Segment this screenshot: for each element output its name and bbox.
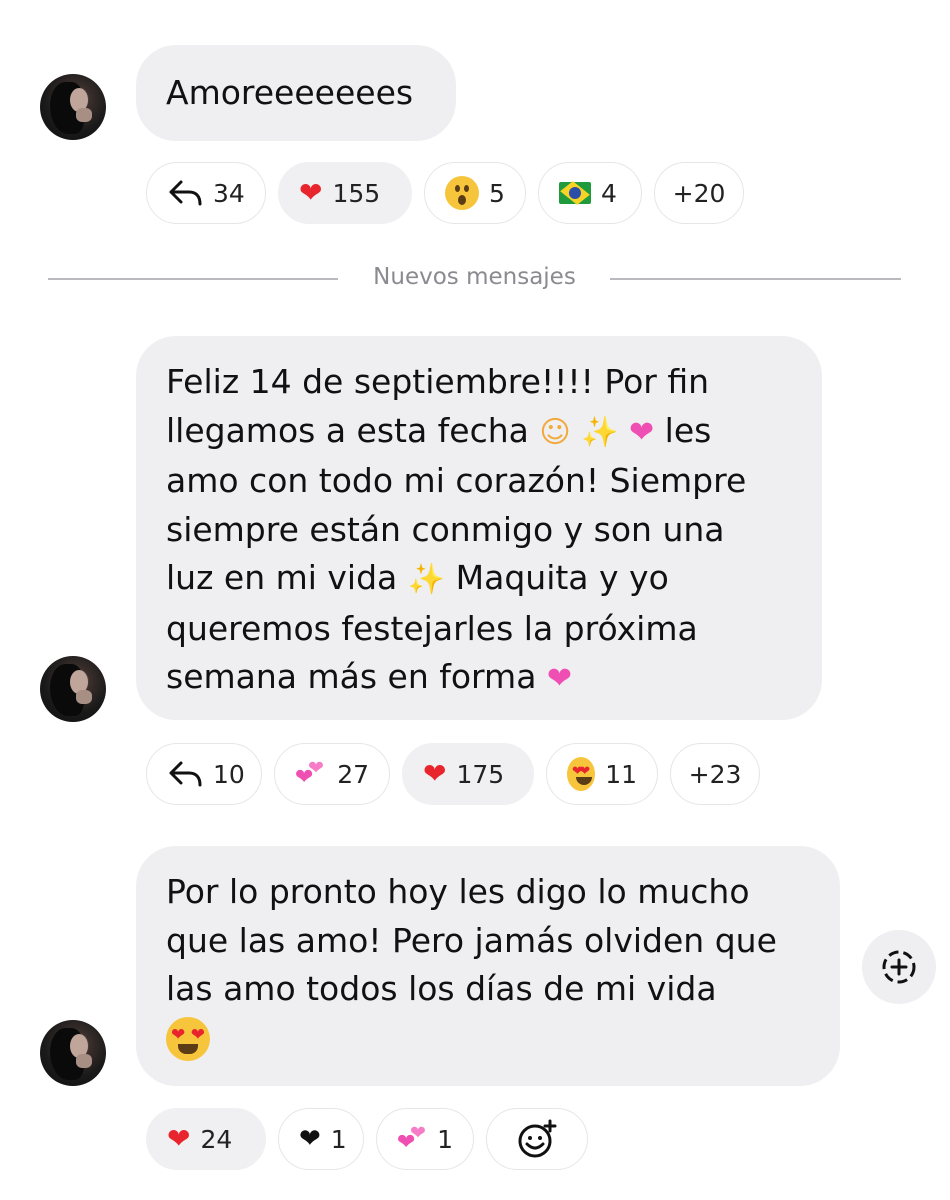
sparkles-emoji-icon: ✨ bbox=[581, 414, 619, 450]
reply-arrow-icon bbox=[167, 759, 203, 789]
reaction-count: 27 bbox=[337, 759, 369, 789]
more-reactions-count: +20 bbox=[672, 178, 726, 208]
heart-eyes-reaction-chip[interactable]: ❤ ❤ 11 bbox=[546, 743, 658, 805]
reaction-count: 11 bbox=[605, 759, 637, 789]
two-hearts-reaction-chip[interactable]: ❤ ❤ 27 bbox=[274, 743, 390, 805]
red-heart-icon: ❤ bbox=[299, 176, 323, 209]
add-reaction-chip[interactable] bbox=[486, 1108, 588, 1170]
reaction-count: 24 bbox=[200, 1124, 233, 1154]
reply-count-chip[interactable]: 10 bbox=[146, 743, 262, 805]
sender-avatar[interactable] bbox=[40, 656, 106, 722]
sparkles-emoji-icon: ✨ bbox=[407, 562, 446, 597]
reaction-bar: 34 ❤ 155 5 4 +20 bbox=[146, 162, 744, 224]
reaction-count: 4 bbox=[601, 178, 617, 208]
reply-count: 10 bbox=[213, 759, 245, 789]
two-hearts-icon: ❤ ❤ bbox=[397, 1122, 426, 1155]
reaction-count: 155 bbox=[332, 178, 381, 208]
add-circle-dashed-icon bbox=[882, 950, 916, 984]
message-text: Por lo pronto hoy les digo lo mucho que … bbox=[166, 868, 810, 1062]
red-heart-icon: ❤ bbox=[423, 757, 447, 790]
surprised-reaction-chip[interactable]: 5 bbox=[424, 162, 526, 224]
more-reactions-count: +23 bbox=[688, 759, 742, 789]
red-heart-icon: ❤ bbox=[167, 1122, 191, 1155]
surprised-face-icon bbox=[445, 176, 479, 210]
message-bubble[interactable]: Feliz 14 de septiembre!!!! Por fin llega… bbox=[136, 336, 822, 720]
two-hearts-icon: ❤ ❤ bbox=[295, 757, 324, 790]
flag-reaction-chip[interactable]: 4 bbox=[538, 162, 642, 224]
reaction-bar: ❤ 24 ❤ 1 ❤ ❤ 1 bbox=[146, 1108, 588, 1170]
two-hearts-reaction-chip[interactable]: ❤ ❤ 1 bbox=[376, 1108, 474, 1170]
two-hearts-emoji-icon: ❤ bbox=[546, 661, 573, 696]
add-reaction-button[interactable] bbox=[862, 930, 936, 1004]
sender-avatar[interactable] bbox=[40, 74, 106, 140]
more-reactions-chip[interactable]: +23 bbox=[670, 743, 760, 805]
black-heart-icon: ❤ bbox=[299, 1124, 321, 1154]
heart-eyes-emoji-icon: ❤ ❤ bbox=[166, 1017, 210, 1061]
reply-count-chip[interactable]: 34 bbox=[146, 162, 266, 224]
heart-reaction-chip[interactable]: ❤ 24 bbox=[146, 1108, 266, 1170]
message-text: Amoreeeeeees bbox=[166, 73, 414, 112]
divider-label: Nuevos mensajes bbox=[373, 264, 576, 290]
message-bubble[interactable]: Por lo pronto hoy les digo lo mucho que … bbox=[136, 846, 840, 1086]
brazil-flag-icon bbox=[559, 182, 591, 204]
add-reaction-icon bbox=[518, 1119, 557, 1158]
heart-eyes-face-icon: ❤ ❤ bbox=[567, 757, 596, 791]
heart-reaction-chip[interactable]: ❤ 155 bbox=[278, 162, 412, 224]
reaction-count: 1 bbox=[437, 1124, 453, 1154]
reaction-count: 175 bbox=[456, 759, 505, 789]
reaction-bar: 10 ❤ ❤ 27 ❤ 175 ❤ ❤ 11 +23 bbox=[146, 743, 760, 805]
reply-count: 34 bbox=[213, 178, 245, 208]
heart-reaction-chip[interactable]: ❤ 175 bbox=[402, 743, 534, 805]
message-bubble[interactable]: Amoreeeeeees bbox=[136, 45, 456, 141]
more-reactions-chip[interactable]: +20 bbox=[654, 162, 744, 224]
black-heart-reaction-chip[interactable]: ❤ 1 bbox=[278, 1108, 364, 1170]
sender-avatar[interactable] bbox=[40, 1020, 106, 1086]
reply-arrow-icon bbox=[167, 178, 203, 208]
two-hearts-emoji-icon: ❤ bbox=[629, 414, 655, 450]
reaction-count: 5 bbox=[489, 178, 505, 208]
reaction-count: 1 bbox=[330, 1124, 347, 1154]
message-text: Feliz 14 de septiembre!!!! Por fin llega… bbox=[166, 362, 747, 696]
smiling-hearts-emoji-icon: ☺ bbox=[539, 414, 571, 450]
